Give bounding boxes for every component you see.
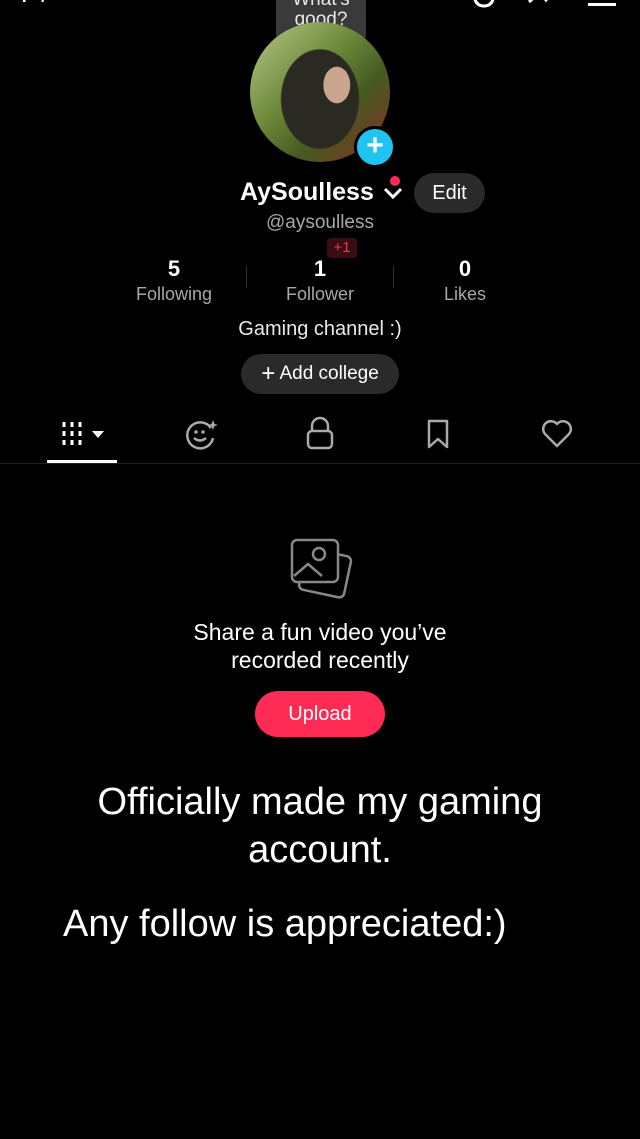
tab-divider xyxy=(0,463,640,464)
profile-handle: @aysoulless xyxy=(266,212,374,233)
plus-icon: + xyxy=(261,360,276,387)
caption-line2: account. xyxy=(248,829,392,871)
menu-icon[interactable] xyxy=(588,0,618,15)
tab-ai-self[interactable] xyxy=(183,416,223,452)
stat-label: Following xyxy=(135,284,213,304)
stat-following[interactable]: 5 Following xyxy=(114,256,234,306)
stat-divider xyxy=(246,266,247,288)
stat-value: 1 xyxy=(313,256,327,281)
tab-private[interactable] xyxy=(303,416,343,452)
empty-state-line1: Share a fun video you’ve xyxy=(193,619,447,645)
lock-icon xyxy=(306,416,334,450)
stat-value: 0 xyxy=(458,256,472,281)
empty-state-line2: recorded recently xyxy=(231,647,409,673)
stat-divider xyxy=(393,266,394,288)
tab-videos[interactable] xyxy=(60,416,104,452)
add-college-label: Add college xyxy=(279,363,379,384)
stat-label: Likes xyxy=(443,284,487,304)
profile-username[interactable]: AySoulless xyxy=(240,178,403,207)
svg-text:?+: ?+ xyxy=(18,0,54,9)
add-story-plus-icon[interactable]: + xyxy=(354,126,396,168)
heart-icon xyxy=(541,419,573,448)
profile-bio: Gaming channel :) xyxy=(238,318,402,340)
upload-button[interactable]: Upload xyxy=(255,691,385,737)
photos-icon xyxy=(290,538,353,599)
creator-tools-icon[interactable] xyxy=(470,0,500,17)
ai-self-icon xyxy=(186,420,218,450)
stat-likes[interactable]: 0 Likes xyxy=(405,256,525,306)
add-friend-icon[interactable]: ?+ xyxy=(18,0,58,15)
caption-line3: Any follow is appreciated:) xyxy=(63,903,507,945)
grid-icon xyxy=(62,422,104,445)
stat-label: Follower xyxy=(285,284,355,304)
caption-text: Officially made my gaming account. xyxy=(0,778,640,874)
caption-line1: Officially made my gaming xyxy=(97,781,543,823)
username-text: AySoulless xyxy=(240,178,374,206)
new-follower-badge: +1 xyxy=(327,238,357,258)
stat-value: 5 xyxy=(167,256,181,281)
bookmark-icon xyxy=(427,419,449,449)
tab-liked[interactable] xyxy=(540,416,580,452)
empty-state-message: Share a fun video you’ve recorded recent… xyxy=(0,618,640,674)
add-college-button[interactable]: + Add college xyxy=(241,354,399,394)
footprint-icon[interactable] xyxy=(526,0,560,17)
notification-dot xyxy=(390,176,400,186)
tab-saved[interactable] xyxy=(424,416,464,452)
stat-followers[interactable]: 1 Follower xyxy=(260,256,380,306)
chevron-down-icon xyxy=(383,188,402,200)
edit-profile-button[interactable]: Edit xyxy=(414,173,485,213)
